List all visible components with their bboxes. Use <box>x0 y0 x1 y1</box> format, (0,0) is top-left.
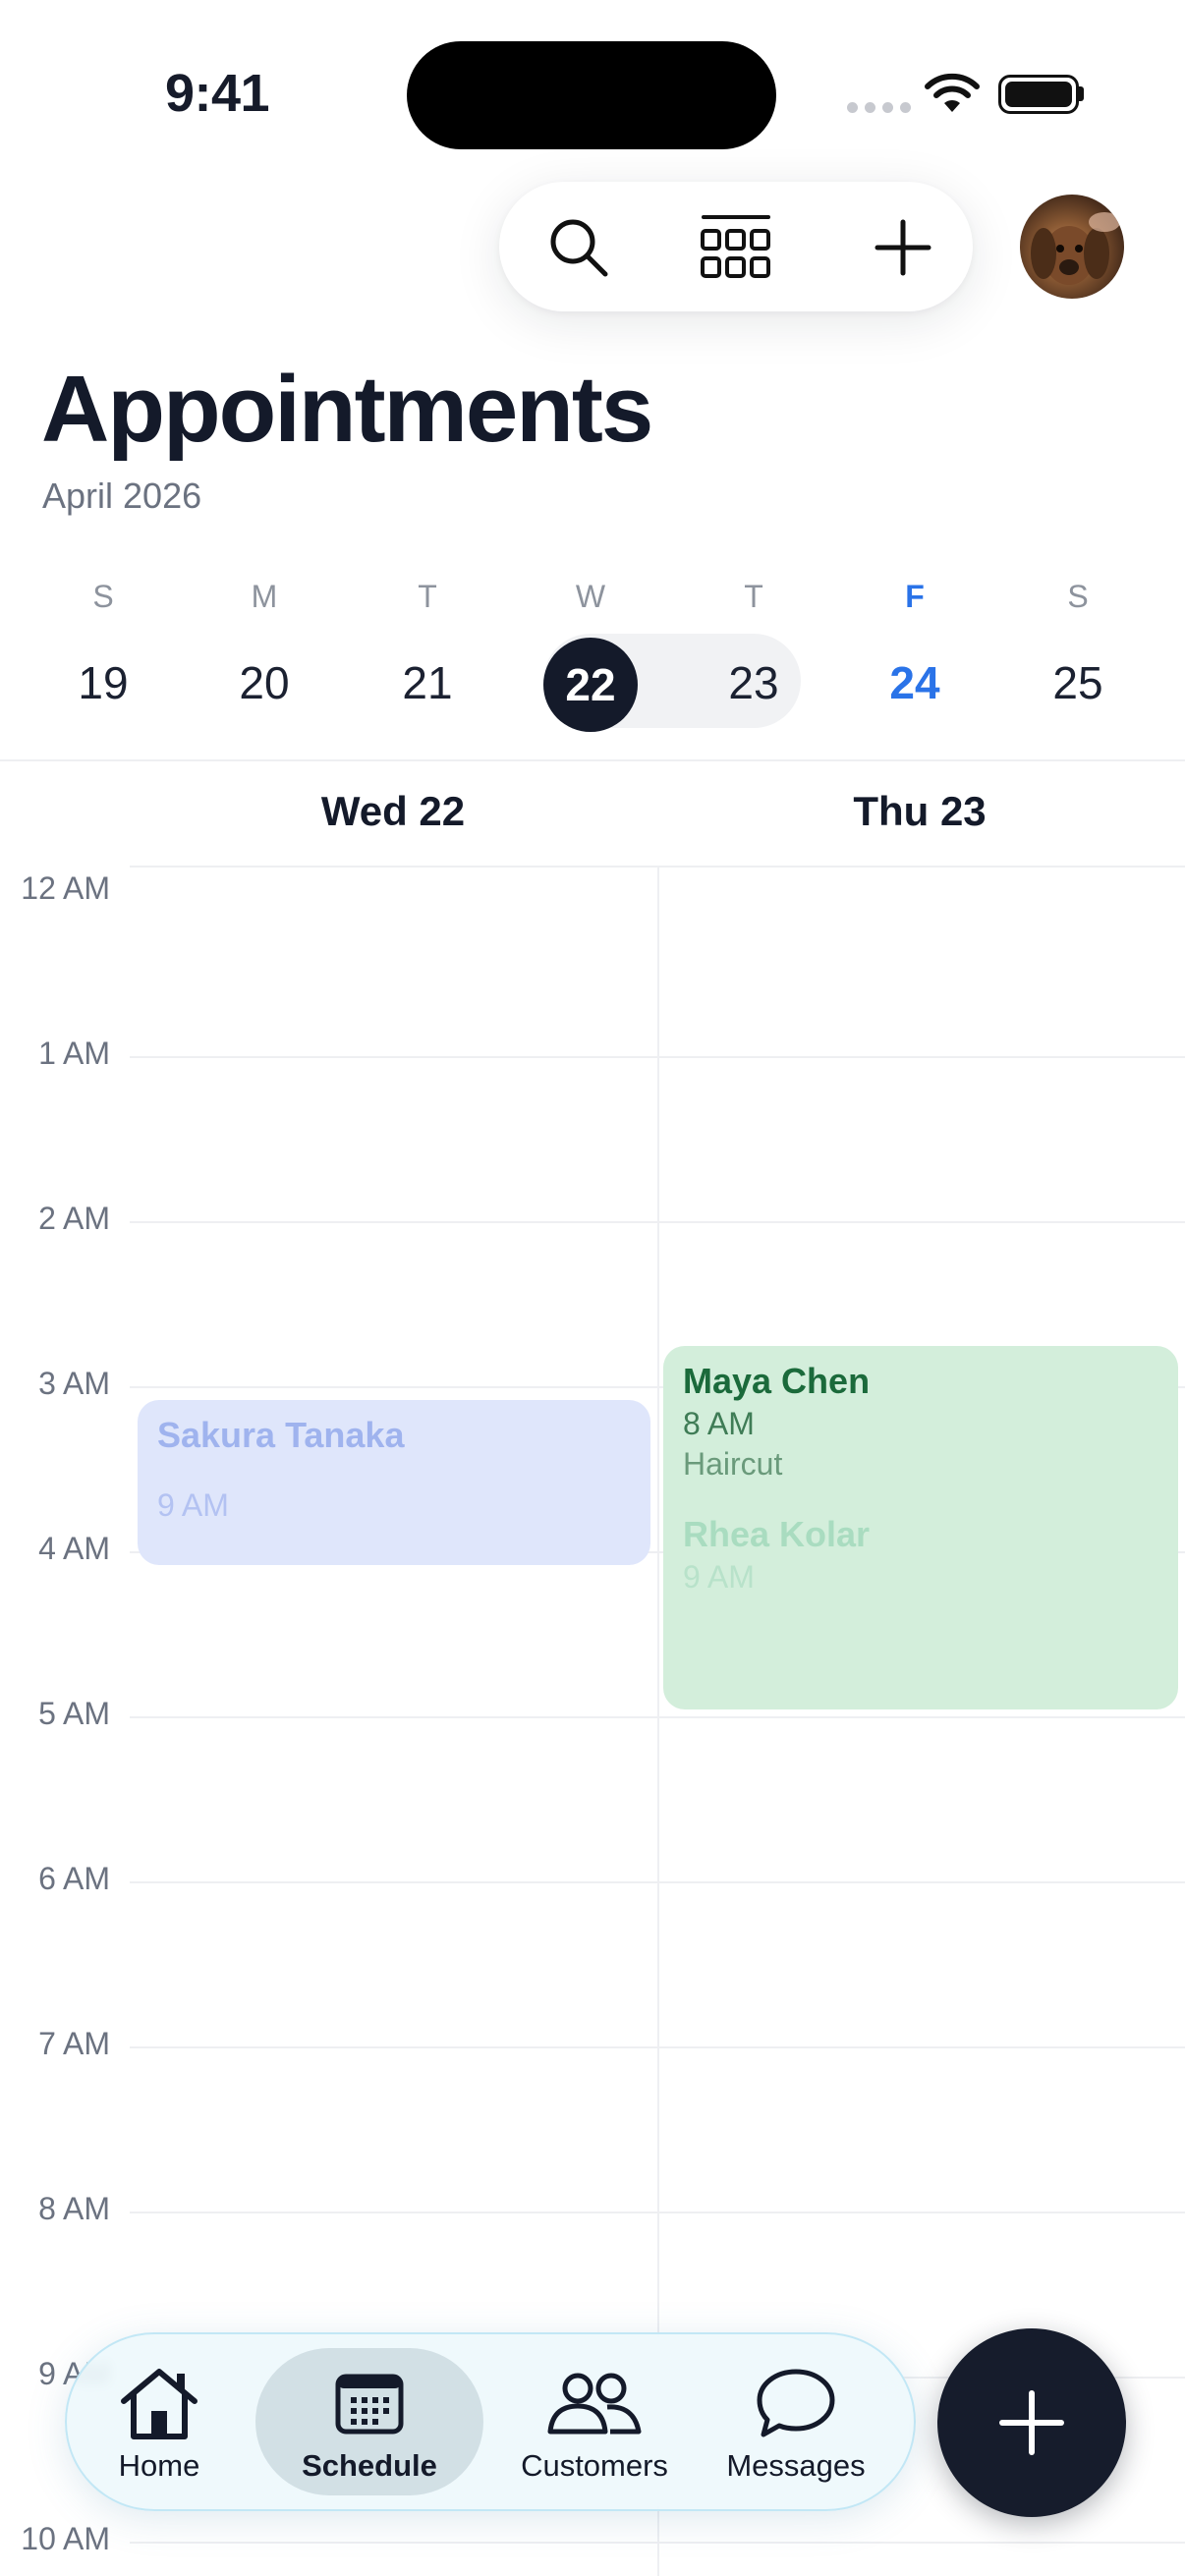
week-strip: S 19 M 20 T 21 W 22 T 23 F 24 S 25 <box>0 575 1185 742</box>
day-letter: S <box>1067 579 1089 614</box>
appointment-customer: Sakura Tanaka <box>157 1415 405 1455</box>
day-20[interactable]: M 20 <box>200 575 328 728</box>
day-number: 22 <box>527 638 654 732</box>
divider <box>0 759 1185 761</box>
appointment-customer: Maya Chen <box>683 1361 871 1401</box>
hour-line <box>130 1881 1185 1883</box>
hour-label: 3 AM <box>38 1366 110 1401</box>
day-letter: S <box>92 579 114 614</box>
day-22[interactable]: W 22 <box>527 575 654 732</box>
day-number: 19 <box>78 657 129 708</box>
hour-label: 12 AM <box>21 870 110 906</box>
hour-label: 5 AM <box>38 1696 110 1731</box>
hour-line <box>130 1221 1185 1223</box>
day-24[interactable]: F 24 <box>851 575 979 728</box>
appointment-time: 8 AM <box>683 1406 755 1441</box>
tab-label: Messages <box>726 2448 866 2483</box>
day-25[interactable]: S 25 <box>1014 575 1142 728</box>
wifi-icon <box>925 73 980 112</box>
top-toolbar <box>499 182 973 311</box>
search-button[interactable] <box>535 203 623 292</box>
hour-label: 6 AM <box>38 1861 110 1896</box>
column-header-wed: Wed 22 <box>320 788 466 834</box>
day-number: 21 <box>402 657 453 708</box>
tab-label: Schedule <box>302 2448 437 2483</box>
dynamic-island <box>407 41 776 149</box>
tab-home[interactable]: Home <box>86 2348 232 2495</box>
day-letter: M <box>251 579 278 614</box>
hour-label: 8 AM <box>38 2191 110 2226</box>
tab-customers[interactable]: Customers <box>491 2348 698 2495</box>
appointment-time: 9 AM <box>683 1559 755 1595</box>
day-21[interactable]: T 21 <box>364 575 491 728</box>
appointment-service: Haircut <box>683 1446 783 1482</box>
cellular-signal-icon <box>847 102 911 113</box>
hour-label: 10 AM <box>21 2521 110 2556</box>
dog-photo-icon <box>1031 212 1120 285</box>
tab-schedule[interactable]: Schedule <box>255 2348 483 2495</box>
day-number: 20 <box>239 657 290 708</box>
day-letter: T <box>744 579 763 614</box>
tab-bar: Home Schedule Customers Messages <box>65 2332 916 2511</box>
hour-label: 7 AM <box>38 2026 110 2061</box>
day-number: 24 <box>889 657 940 708</box>
timeline-grid[interactable]: 12 AM 1 AM 2 AM 3 AM 4 AM 5 AM 6 AM 7 AM… <box>0 868 1185 2576</box>
battery-icon <box>998 75 1079 114</box>
day-letter: F <box>905 579 925 614</box>
day-19[interactable]: S 19 <box>39 575 167 728</box>
month-label: April 2026 <box>42 476 202 516</box>
battery-cap <box>1079 86 1084 101</box>
hour-line <box>130 2542 1185 2544</box>
hour-label: 4 AM <box>38 1531 110 1566</box>
grid-view-icon <box>701 215 770 278</box>
add-button[interactable] <box>859 203 947 292</box>
view-toggle-button[interactable] <box>692 203 780 292</box>
appointment-customer: Rhea Kolar <box>683 1514 871 1554</box>
tab-label: Customers <box>521 2448 668 2483</box>
page-title: Appointments <box>41 357 653 462</box>
day-letter: W <box>575 579 606 614</box>
hour-label: 1 AM <box>38 1036 110 1071</box>
tab-label: Home <box>118 2448 200 2483</box>
customers-icon <box>547 2373 642 2435</box>
appointment-time: 9 AM <box>157 1487 229 1523</box>
plus-icon <box>999 2390 1064 2455</box>
hour-line <box>130 2046 1185 2048</box>
appointment-card[interactable]: Sakura Tanaka 9 AM <box>138 1400 650 1565</box>
day-number: 23 <box>728 657 779 708</box>
selected-day-circle: 22 <box>543 638 638 732</box>
column-divider <box>657 868 659 2576</box>
hour-line <box>130 2212 1185 2213</box>
search-icon <box>550 219 608 277</box>
day-23[interactable]: T 23 <box>690 575 818 728</box>
day-letter: T <box>418 579 437 614</box>
column-header-thu: Thu 23 <box>853 788 987 834</box>
hour-line <box>130 1056 1185 1058</box>
appointment-card[interactable]: Maya Chen 8 AM Haircut Rhea Kolar 9 AM <box>663 1346 1178 1709</box>
status-time: 9:41 <box>165 64 270 123</box>
hour-label: 2 AM <box>38 1201 110 1236</box>
plus-icon <box>875 219 931 276</box>
day-number: 25 <box>1052 657 1103 708</box>
home-icon <box>121 2369 198 2439</box>
avatar[interactable] <box>1020 195 1124 299</box>
calendar-icon <box>335 2374 404 2435</box>
hour-line <box>130 1716 1185 1718</box>
messages-icon <box>757 2369 835 2437</box>
new-appointment-button[interactable] <box>937 2328 1126 2517</box>
tab-messages[interactable]: Messages <box>702 2348 890 2495</box>
